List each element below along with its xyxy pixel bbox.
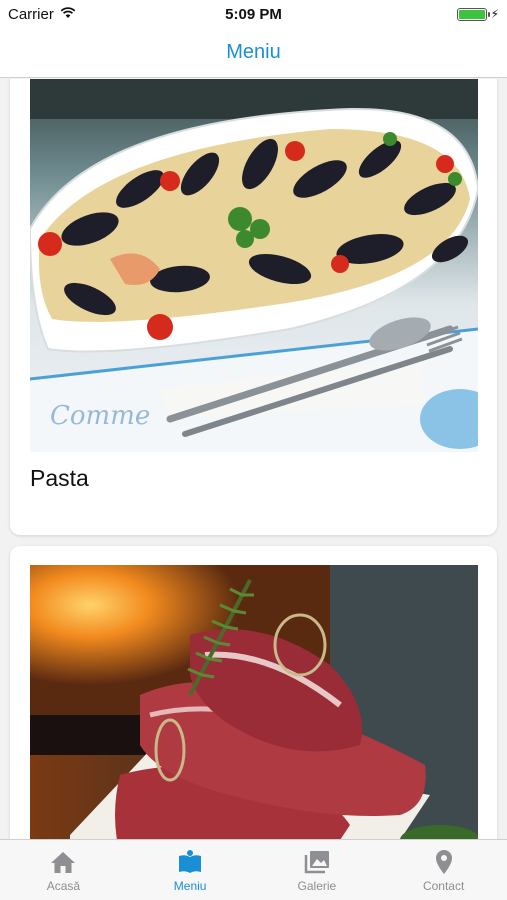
tab-label: Meniu [173, 879, 207, 893]
tab-label: Galerie [297, 879, 337, 893]
menu-card-meat[interactable] [10, 546, 497, 839]
gallery-icon [304, 851, 329, 874]
battery-icon [456, 7, 490, 21]
charging-icon: ⚡ [490, 7, 499, 21]
tab-acasa[interactable]: Acasă [0, 840, 127, 900]
raw-meat-photo [30, 565, 478, 839]
wifi-icon [60, 6, 76, 23]
tab-meniu[interactable]: Meniu [127, 840, 254, 900]
menu-book-icon [179, 850, 202, 873]
carrier-label: Carrier [8, 5, 54, 23]
menu-card-pasta[interactable]: Comme Pasta [10, 79, 497, 535]
status-right: ⚡ [456, 7, 499, 21]
status-bar: Carrier 5:09 PM ⚡ [0, 0, 507, 28]
tab-label: Acasă [46, 879, 81, 893]
status-time: 5:09 PM [225, 5, 282, 23]
status-left: Carrier [8, 6, 76, 23]
tab-contact[interactable]: Contact [380, 840, 507, 900]
tab-label: Contact [422, 879, 465, 893]
location-pin-icon [435, 850, 452, 874]
navigation-bar: Meniu [0, 28, 507, 78]
menu-item-label: Pasta [30, 465, 89, 491]
tab-galerie[interactable]: Galerie [254, 840, 381, 900]
menu-list[interactable]: Comme Pasta [0, 79, 507, 839]
page-title: Meniu [226, 41, 281, 63]
home-icon [51, 852, 76, 873]
tab-bar: Acasă Meniu Galerie Contact [0, 839, 507, 900]
svg-text:Comme: Comme [50, 401, 150, 431]
seafood-pasta-photo: Comme [30, 79, 478, 452]
